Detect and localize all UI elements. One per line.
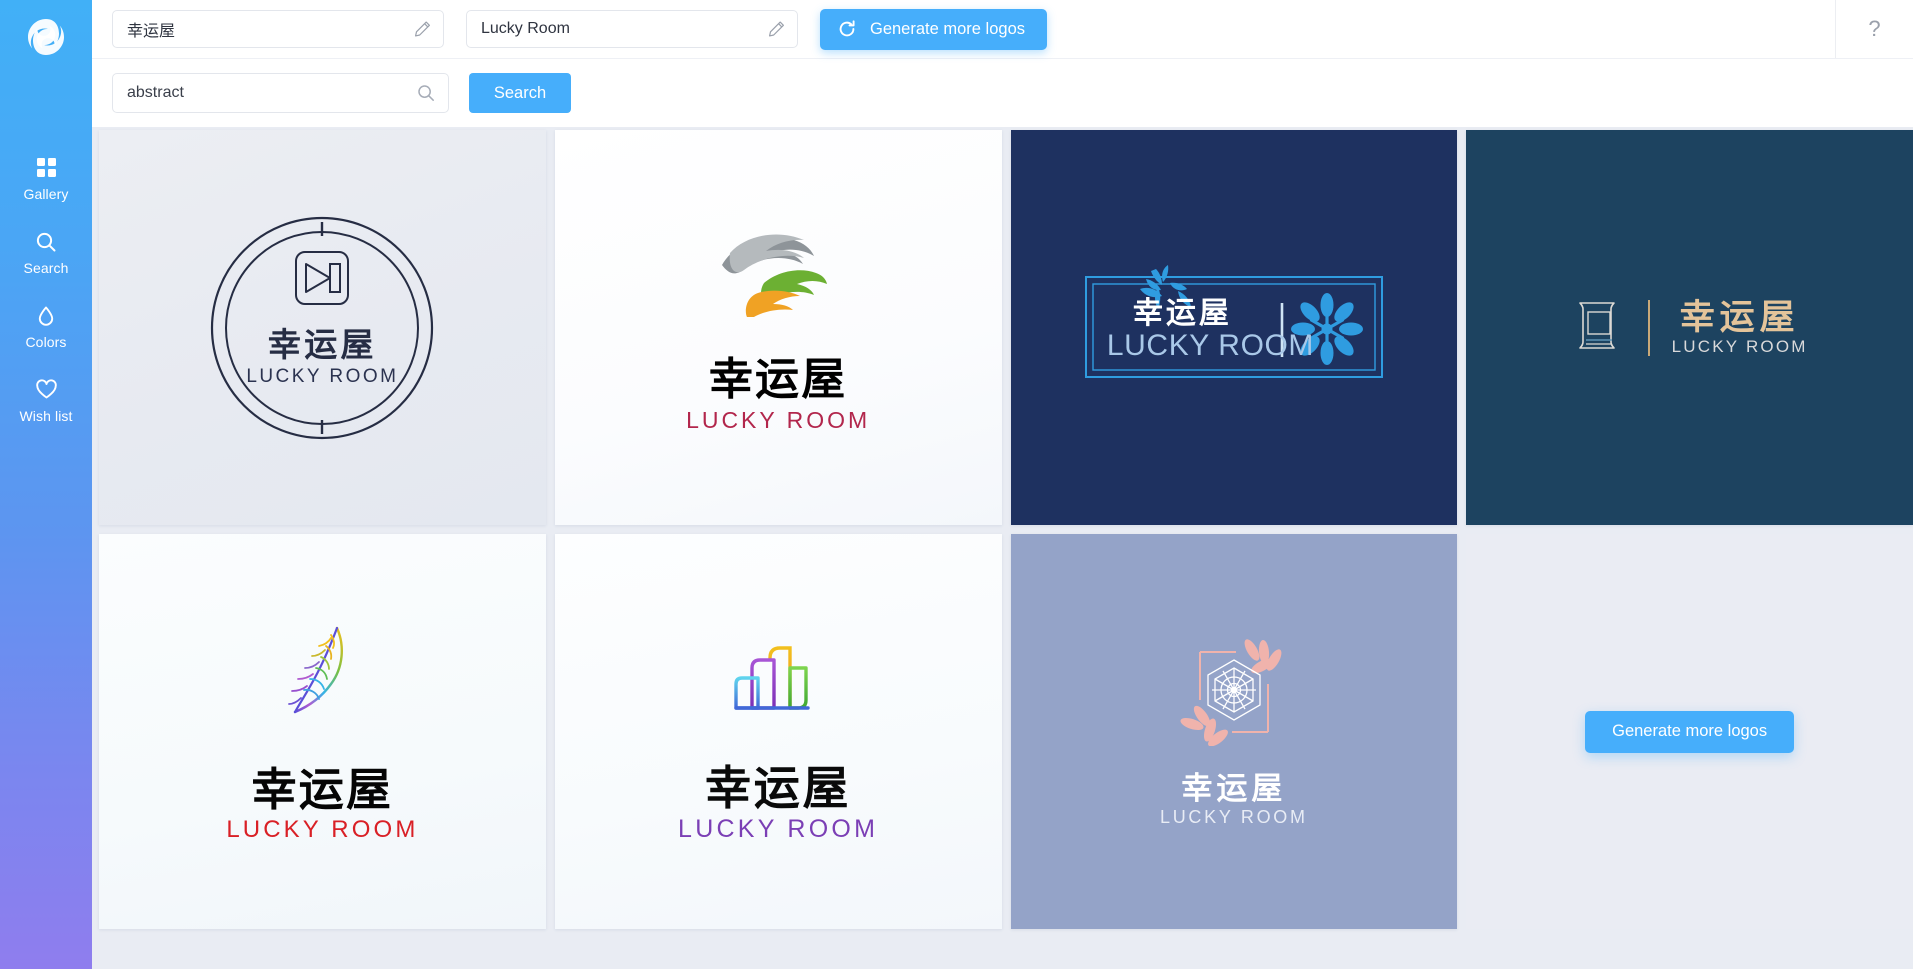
logo-en-text: LUCKY ROOM bbox=[686, 407, 871, 433]
logo-card[interactable]: 幸运屋 LUCKY ROOM bbox=[1010, 534, 1458, 929]
logo-en-text: LUCKY ROOM bbox=[1160, 806, 1308, 827]
scroll-icon bbox=[1572, 299, 1622, 357]
logo-artwork: 幸运屋 LUCKY ROOM bbox=[208, 214, 436, 442]
buildings-icon bbox=[722, 622, 834, 739]
pencil-icon[interactable] bbox=[768, 21, 785, 38]
grid-icon bbox=[34, 156, 58, 180]
logo-cn-text: 幸运屋 bbox=[704, 761, 852, 814]
logo-cn-text: 幸运屋 bbox=[1132, 296, 1232, 330]
slogan-name-field[interactable]: Lucky Room bbox=[466, 10, 798, 48]
sidebar-nav: Gallery Search Colors Wish list bbox=[0, 141, 92, 437]
logo-artwork: 幸运屋 LUCKY ROOM bbox=[1572, 299, 1808, 357]
floral-frame-icon bbox=[1174, 638, 1294, 751]
gallery-grid-area: 幸运屋 LUCKY ROOM 幸运屋 LUCKY ROOM 幸运屋 LUCKY … bbox=[92, 127, 1913, 969]
logo-cn-text: 幸运屋 bbox=[1181, 770, 1287, 806]
slogan-name-value: Lucky Room bbox=[481, 20, 570, 37]
feather-icon bbox=[281, 622, 363, 737]
logo-cn-text: 幸运屋 bbox=[251, 763, 394, 815]
refresh-icon bbox=[837, 19, 857, 39]
sidebar-item-colors[interactable]: Colors bbox=[0, 289, 92, 363]
logo-card[interactable]: 幸运屋 LUCKY ROOM bbox=[1466, 130, 1913, 525]
sidebar-item-label: Search bbox=[23, 259, 69, 276]
help-button[interactable]: ? bbox=[1835, 0, 1913, 58]
generate-more-placeholder-card: Generate more logos bbox=[1466, 534, 1913, 929]
sidebar-item-search[interactable]: Search bbox=[0, 215, 92, 289]
app-root: Gallery Search Colors Wish list 幸运屋 Luck… bbox=[0, 0, 1913, 969]
sidebar-item-wish-list[interactable]: Wish list bbox=[0, 363, 92, 437]
search-bar: abstract Search bbox=[92, 58, 1913, 127]
company-name-field[interactable]: 幸运屋 bbox=[112, 10, 444, 48]
logo-artwork: 幸运屋 LUCKY ROOM bbox=[226, 622, 418, 842]
logo-card[interactable]: 幸运屋 LUCKY ROOM bbox=[1010, 130, 1458, 525]
search-icon[interactable] bbox=[417, 84, 435, 102]
sidebar-item-label: Colors bbox=[25, 333, 67, 350]
logo-cn-text: 幸运屋 bbox=[267, 325, 377, 363]
generate-more-logos-label: Generate more logos bbox=[870, 19, 1026, 38]
logo-card[interactable]: 幸运屋 LUCKY ROOM bbox=[99, 534, 546, 929]
swirl-leaf-icon bbox=[712, 223, 844, 322]
sidebar: Gallery Search Colors Wish list bbox=[0, 0, 92, 969]
logo-artwork: 幸运屋 LUCKY ROOM bbox=[1084, 263, 1384, 393]
pencil-icon[interactable] bbox=[414, 21, 431, 38]
search-icon bbox=[34, 230, 58, 254]
logo-en-text: LUCKY ROOM bbox=[1106, 328, 1315, 362]
search-input-value: abstract bbox=[127, 84, 184, 101]
droplet-icon bbox=[34, 304, 58, 328]
company-name-value: 幸运屋 bbox=[127, 23, 176, 40]
question-mark-icon: ? bbox=[1868, 16, 1881, 41]
logo-cn-text: 幸运屋 bbox=[1679, 298, 1800, 337]
search-input[interactable]: abstract bbox=[112, 73, 449, 113]
logo-cn-text: 幸运屋 bbox=[708, 355, 848, 404]
logo-en-text: LUCKY ROOM bbox=[246, 365, 399, 387]
circular-emblem-icon: 幸运屋 LUCKY ROOM bbox=[208, 214, 436, 442]
logo-artwork: 幸运屋 LUCKY ROOM bbox=[1160, 638, 1308, 826]
logo-en-text: LUCKY ROOM bbox=[226, 815, 419, 843]
logo-en-text: LUCKY ROOM bbox=[678, 814, 879, 843]
logo-en-text: LUCKY ROOM bbox=[1671, 337, 1808, 356]
generate-more-logos-button[interactable]: Generate more logos bbox=[1585, 710, 1795, 753]
logo-artwork: 幸运屋 LUCKY ROOM bbox=[678, 622, 878, 842]
heart-icon bbox=[34, 378, 58, 402]
vertical-divider bbox=[1647, 299, 1650, 356]
sidebar-item-label: Wish list bbox=[19, 407, 73, 424]
sidebar-item-gallery[interactable]: Gallery bbox=[0, 141, 92, 215]
sidebar-item-label: Gallery bbox=[23, 185, 69, 202]
logo-card[interactable]: 幸运屋 LUCKY ROOM bbox=[99, 130, 546, 525]
logo-card[interactable]: 幸运屋 LUCKY ROOM bbox=[554, 534, 1002, 929]
gallery-grid: 幸运屋 LUCKY ROOM 幸运屋 LUCKY ROOM 幸运屋 LUCKY … bbox=[92, 127, 1913, 929]
logo-card[interactable]: 幸运屋 LUCKY ROOM bbox=[554, 130, 1002, 525]
logo-artwork: 幸运屋 LUCKY ROOM bbox=[686, 223, 870, 432]
top-bar: 幸运屋 Lucky Room Generate more logos ? bbox=[92, 0, 1913, 58]
swirl-logo-icon[interactable] bbox=[18, 9, 74, 65]
generate-more-logos-button[interactable]: Generate more logos bbox=[820, 8, 1048, 50]
main-column: 幸运屋 Lucky Room Generate more logos ? abs… bbox=[92, 0, 1913, 969]
search-button[interactable]: Search bbox=[469, 73, 571, 113]
